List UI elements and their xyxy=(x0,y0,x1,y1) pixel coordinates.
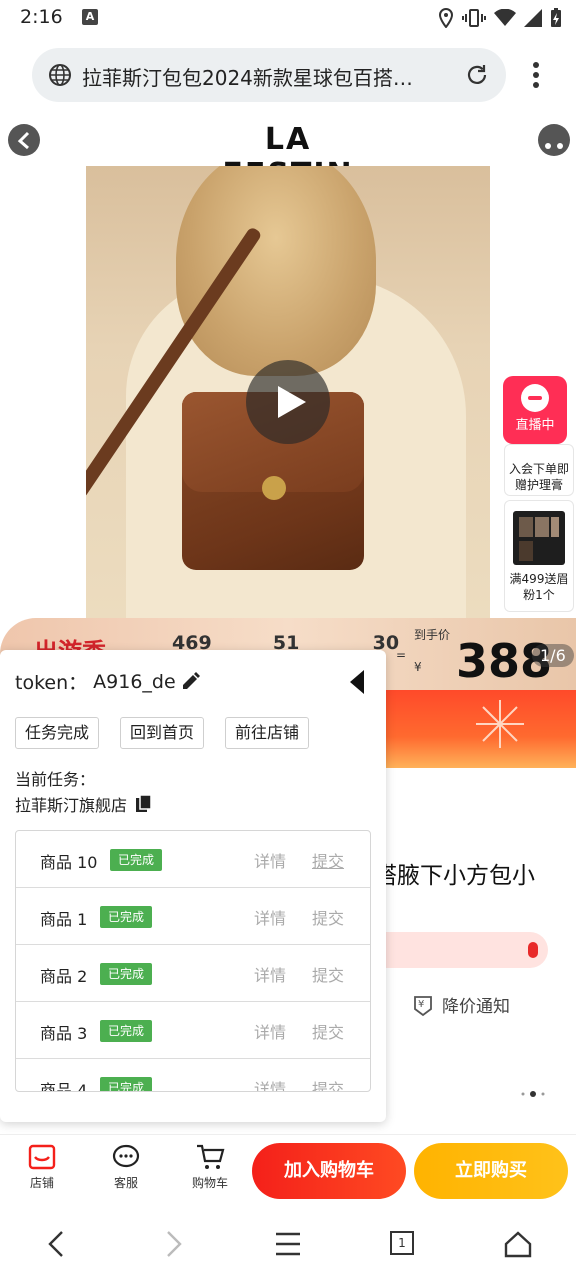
task-row: 商品 4 已完成 详情 提交 xyxy=(16,1059,370,1092)
live-icon xyxy=(521,384,549,412)
price-label: 到手价 xyxy=(414,628,451,642)
service-tab[interactable]: 客服 xyxy=(96,1140,156,1191)
promo-card-membership[interactable]: 入会下单即赠护理膏 xyxy=(504,444,574,496)
status-badge: 已完成 xyxy=(100,906,153,928)
store-label: 店铺 xyxy=(29,1176,54,1190)
vibrate-icon xyxy=(462,9,486,27)
image-counter: 1/6 xyxy=(532,644,574,667)
submit-link[interactable]: 提交 xyxy=(312,962,344,986)
edit-icon[interactable] xyxy=(180,670,202,692)
back-nav-icon[interactable] xyxy=(44,1228,68,1260)
task-name: 商品 1 xyxy=(40,910,88,929)
status-time: 2:16 xyxy=(20,6,63,28)
price-notify-icon: ¥ xyxy=(414,995,432,1016)
status-badge: 已完成 xyxy=(100,963,153,985)
wifi-icon xyxy=(494,9,516,26)
reload-icon[interactable] xyxy=(464,62,490,88)
current-task-label: 当前任务： xyxy=(15,770,96,789)
notification-icon: A xyxy=(82,9,98,25)
bag-clasp xyxy=(262,476,286,500)
store-tab[interactable]: 店铺 xyxy=(12,1140,72,1191)
status-badge: 已完成 xyxy=(100,1077,153,1091)
status-bar: 2:16 A xyxy=(0,0,576,36)
hair-shape xyxy=(176,166,376,376)
more-icon[interactable] xyxy=(538,124,570,156)
strip-eq: = xyxy=(396,648,407,662)
current-task: 拉菲斯汀旗舰店 xyxy=(15,792,153,816)
service-icon xyxy=(112,1144,140,1168)
status-badge: 已完成 xyxy=(100,1020,153,1042)
task-row: 商品 10 已完成 详情 提交 xyxy=(16,831,370,888)
play-icon xyxy=(278,386,306,418)
task-name: 商品 3 xyxy=(40,1024,88,1043)
copy-icon[interactable] xyxy=(135,794,153,814)
submit-link[interactable]: 提交 xyxy=(312,1076,344,1091)
battery-icon xyxy=(551,8,561,27)
firework-icon xyxy=(476,700,524,748)
pager-dots xyxy=(521,1091,545,1097)
cart-tab[interactable]: 购物车 xyxy=(180,1140,240,1191)
detail-link[interactable]: 详情 xyxy=(254,1019,286,1043)
product-title-fragment: 搭腋下小方包小 xyxy=(374,863,535,889)
status-icons xyxy=(438,6,562,30)
token-label: token： xyxy=(15,672,88,694)
submit-link[interactable]: 提交 xyxy=(312,848,344,872)
current-task-value: 拉菲斯汀旗舰店 xyxy=(15,796,128,815)
cart-icon xyxy=(197,1144,225,1169)
coupon-dot xyxy=(528,942,538,958)
detail-link[interactable]: 详情 xyxy=(254,962,286,986)
home-nav-icon[interactable] xyxy=(504,1228,532,1260)
promo-card-gift-label: 满499送眉粉1个 xyxy=(509,572,569,602)
submit-link[interactable]: 提交 xyxy=(312,1019,344,1043)
detail-link[interactable]: 详情 xyxy=(254,1076,286,1091)
price-notify-label: 降价通知 xyxy=(442,997,510,1017)
live-badge[interactable]: 直播中 xyxy=(503,376,567,444)
promo-banner[interactable] xyxy=(386,690,576,768)
location-icon xyxy=(438,8,454,28)
back-icon[interactable] xyxy=(8,124,40,156)
collapse-icon[interactable] xyxy=(348,668,366,696)
task-name: 商品 10 xyxy=(40,853,98,872)
url-bar[interactable]: 拉菲斯汀包包2024新款星球包百搭… xyxy=(32,48,506,102)
task-name: 商品 4 xyxy=(40,1081,88,1092)
task-complete-button[interactable]: 任务完成 xyxy=(15,717,100,749)
detail-link[interactable]: 详情 xyxy=(254,905,286,929)
status-badge: 已完成 xyxy=(110,849,163,871)
eyebrow-palette-image xyxy=(513,511,565,565)
play-button[interactable] xyxy=(246,360,330,444)
task-list: 商品 10 已完成 详情 提交 商品 1 已完成 详情 提交 商品 2 已完成 … xyxy=(15,830,371,1092)
forward-nav-icon[interactable] xyxy=(162,1228,186,1260)
go-store-button[interactable]: 前往店铺 xyxy=(225,717,310,749)
menu-nav-icon[interactable] xyxy=(274,1228,302,1260)
task-name: 商品 2 xyxy=(40,967,88,986)
url-text[interactable]: 拉菲斯汀包包2024新款星球包百搭… xyxy=(82,62,454,91)
detail-link[interactable]: 详情 xyxy=(254,848,286,872)
submit-link[interactable]: 提交 xyxy=(312,905,344,929)
buy-now-button[interactable]: 立即购买 xyxy=(414,1143,568,1199)
globe-icon xyxy=(49,64,71,86)
token-row: token： A916_de xyxy=(15,668,176,695)
add-to-cart-button[interactable]: 加入购物车 xyxy=(252,1143,406,1199)
service-label: 客服 xyxy=(113,1176,138,1190)
cart-label: 购物车 xyxy=(191,1176,228,1190)
task-row: 商品 3 已完成 详情 提交 xyxy=(16,1002,370,1059)
task-row: 商品 1 已完成 详情 提交 xyxy=(16,888,370,945)
token-value: A916_de xyxy=(93,670,176,693)
task-row: 商品 2 已完成 详情 提交 xyxy=(16,945,370,1002)
currency-symbol: ¥ xyxy=(414,660,422,674)
more-vert-icon[interactable] xyxy=(526,60,546,90)
price-notify-button[interactable]: ¥ 降价通知 xyxy=(412,992,510,1017)
coupon-bar[interactable] xyxy=(386,932,548,968)
tabs-count-button[interactable]: 1 xyxy=(390,1231,414,1255)
store-icon xyxy=(28,1144,56,1170)
home-button[interactable]: 回到首页 xyxy=(120,717,205,749)
promo-card-gift[interactable]: 满499送眉粉1个 xyxy=(504,500,574,612)
signal-icon xyxy=(524,9,542,27)
svg-text:¥: ¥ xyxy=(418,999,424,1010)
live-label: 直播中 xyxy=(515,418,555,433)
